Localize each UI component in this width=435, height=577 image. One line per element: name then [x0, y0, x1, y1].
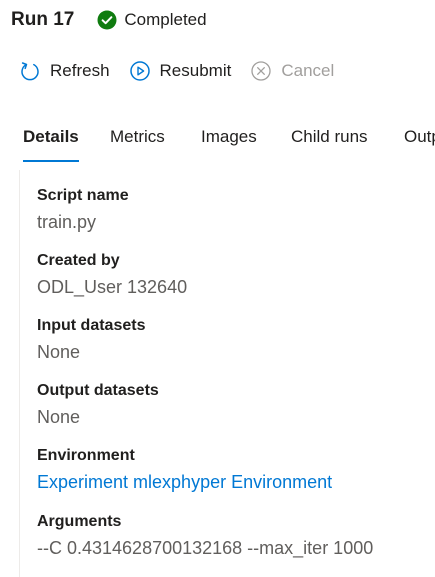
script-name-field: Script name train.py: [37, 185, 129, 234]
script-name-value: train.py: [37, 212, 97, 232]
output-datasets-label: Output datasets: [37, 382, 159, 399]
tab-child-runs-label: Child runs: [291, 127, 368, 146]
tab-images-label: Images: [201, 127, 257, 146]
tab-details-label: Details: [23, 127, 79, 146]
created-by-value: ODL_User 132640: [37, 277, 188, 297]
input-datasets-value: None: [37, 342, 81, 362]
output-datasets-value: None: [37, 407, 81, 427]
run-title: Run 17: [11, 9, 75, 30]
tab-child-runs[interactable]: Child runs: [291, 124, 368, 162]
tab-details[interactable]: Details: [23, 124, 79, 162]
refresh-button[interactable]: Refresh: [19, 60, 110, 82]
tab-images[interactable]: Images: [201, 124, 257, 162]
tab-outputs[interactable]: Outputs: [404, 124, 435, 162]
cancel-circle-icon: [250, 60, 272, 82]
input-datasets-label: Input datasets: [37, 317, 146, 334]
script-name-label: Script name: [37, 187, 129, 204]
content-divider: [19, 170, 20, 577]
cancel-label: Cancel: [281, 61, 335, 80]
checkmark-circle-icon: [97, 10, 117, 30]
resubmit-button[interactable]: Resubmit: [129, 60, 232, 82]
refresh-label: Refresh: [50, 61, 110, 80]
input-datasets-field: Input datasets None: [37, 315, 145, 364]
cancel-button[interactable]: Cancel: [250, 60, 334, 82]
tab-outputs-label: Outputs: [404, 127, 435, 146]
arguments-value: --C 0.4314628700132168 --max_iter 1000: [37, 538, 374, 558]
status-indicator: Completed: [97, 10, 207, 30]
environment-field: Environment Experiment mlexphyper Enviro…: [37, 445, 332, 494]
environment-link[interactable]: Experiment mlexphyper Environment: [37, 470, 332, 494]
active-tab-indicator: [23, 160, 79, 162]
output-datasets-field: Output datasets None: [37, 380, 159, 429]
run-details-page: Run 17 Completed Refresh Resubmit Cancel…: [0, 0, 435, 577]
resubmit-label: Resubmit: [159, 61, 232, 80]
arguments-field: Arguments --C 0.4314628700132168 --max_i…: [37, 511, 373, 560]
arguments-label: Arguments: [37, 513, 122, 530]
refresh-icon: [19, 60, 41, 82]
tab-metrics[interactable]: Metrics: [110, 124, 165, 162]
created-by-field: Created by ODL_User 132640: [37, 250, 187, 299]
environment-label: Environment: [37, 447, 135, 464]
command-bar: Refresh Resubmit Cancel: [19, 58, 334, 84]
run-header: Run 17 Completed: [11, 7, 207, 33]
tab-bar: Details Metrics Images Child runs Output…: [23, 124, 435, 162]
created-by-label: Created by: [37, 252, 120, 269]
play-circle-icon: [129, 60, 151, 82]
tab-metrics-label: Metrics: [110, 127, 165, 146]
status-text: Completed: [124, 10, 207, 29]
